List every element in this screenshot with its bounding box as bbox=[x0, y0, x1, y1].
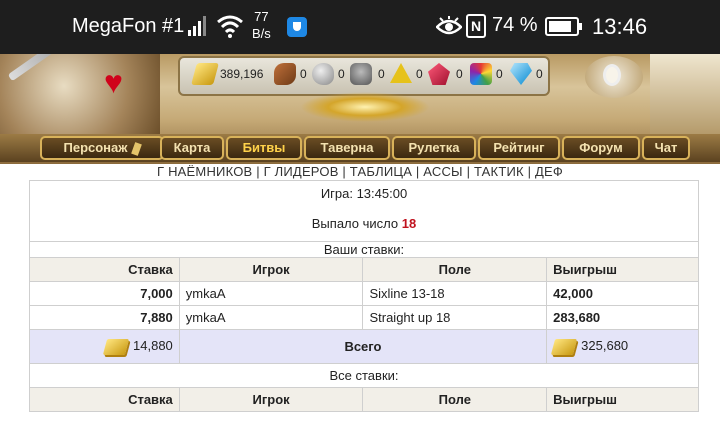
status-bar: MegaFon #1 77 B/s N 74 % 13:46 bbox=[0, 0, 720, 54]
bet-cell: 7,000 bbox=[29, 281, 180, 306]
total-label: Всего bbox=[178, 329, 548, 364]
resource-sulfur: 0 bbox=[416, 67, 423, 81]
resource-wood: 0 bbox=[300, 67, 307, 81]
eye-icon bbox=[436, 16, 462, 35]
result-label: Выпало число bbox=[311, 216, 399, 231]
nfc-icon: N bbox=[466, 14, 486, 38]
quill-icon bbox=[131, 141, 143, 156]
col-player-header: Игрок bbox=[178, 257, 364, 282]
win-cell: 42,000 bbox=[546, 281, 699, 306]
result-number: 18 bbox=[401, 216, 417, 231]
sword-icon bbox=[7, 54, 87, 82]
gold-icon bbox=[551, 338, 578, 355]
nav-map[interactable]: Карта bbox=[160, 136, 224, 160]
link-leaders[interactable]: Г ЛИДЕРОВ bbox=[264, 164, 339, 179]
col-field-header: Поле bbox=[362, 387, 548, 412]
nav-rating[interactable]: Рейтинг bbox=[478, 136, 560, 160]
your-bets-header-row: Ставка Игрок Поле Выигрыш bbox=[29, 257, 699, 282]
col-bet-header: Ставка bbox=[29, 387, 180, 412]
nav-chat[interactable]: Чат bbox=[642, 136, 690, 160]
stone-icon bbox=[312, 63, 334, 85]
clock: 13:46 bbox=[592, 14, 648, 39]
ring-icon bbox=[603, 64, 621, 86]
col-win-header: Выигрыш bbox=[546, 257, 699, 282]
resource-iron: 0 bbox=[378, 67, 385, 81]
game-time: Игра: 13:45:00 bbox=[320, 186, 408, 201]
field-cell: Straight up 18 bbox=[362, 305, 548, 330]
col-bet-header: Ставка bbox=[29, 257, 180, 282]
total-bet-cell: 14,880 bbox=[29, 329, 180, 364]
table-row: 7,000 ymkaA Sixline 13-18 42,000 bbox=[29, 281, 699, 306]
shield-app-icon bbox=[287, 17, 307, 37]
wood-icon bbox=[274, 63, 296, 85]
resource-diamond: 0 bbox=[536, 67, 543, 81]
roulette-results-table: Игра: 13:45:00 Выпало число 18 Ваши став… bbox=[29, 180, 699, 412]
player-cell[interactable]: ymkaA bbox=[178, 281, 364, 306]
nav-forum[interactable]: Форум bbox=[562, 136, 640, 160]
table-row: 7,880 ymkaA Straight up 18 283,680 bbox=[29, 305, 699, 330]
nav-battles[interactable]: Битвы bbox=[226, 136, 302, 160]
network-speed: 77 B/s bbox=[252, 9, 271, 41]
diamond-icon bbox=[510, 63, 532, 85]
header-right-decoration bbox=[650, 54, 720, 134]
link-table[interactable]: ТАБЛИЦА bbox=[350, 164, 412, 179]
health-button[interactable]: ♥ bbox=[92, 58, 148, 108]
resource-gems: 0 bbox=[496, 67, 503, 81]
resources-bar: 389,196 0 0 0 0 0 0 0 bbox=[178, 56, 550, 96]
crystal-icon bbox=[428, 63, 450, 85]
resource-crystal: 0 bbox=[456, 67, 463, 81]
your-bets-title: Ваши ставки: bbox=[29, 241, 699, 258]
header-ornament bbox=[300, 92, 430, 122]
link-tactic[interactable]: ТАКТИК bbox=[474, 164, 524, 179]
gold-icon bbox=[102, 338, 130, 355]
player-cell[interactable]: ymkaA bbox=[178, 305, 364, 330]
game-info-row: Игра: 13:45:00 Выпало число 18 bbox=[29, 180, 699, 242]
carrier-name: MegaFon #1 bbox=[72, 15, 185, 37]
main-nav: Персонаж Карта Битвы Таверна Рулетка Рей… bbox=[0, 134, 720, 162]
resource-gold: 389,196 bbox=[220, 67, 264, 81]
resource-stone: 0 bbox=[338, 67, 345, 81]
iron-icon bbox=[350, 63, 372, 85]
link-def[interactable]: ДЕФ bbox=[535, 164, 563, 179]
all-bets-title: Все ставки: bbox=[29, 363, 699, 388]
field-cell: Sixline 13-18 bbox=[362, 281, 548, 306]
col-win-header: Выигрыш bbox=[546, 387, 699, 412]
your-bets-title-row: Ваши ставки: bbox=[29, 241, 699, 258]
nav-tavern[interactable]: Таверна bbox=[304, 136, 390, 160]
link-aces[interactable]: АССЫ bbox=[423, 164, 462, 179]
total-win-cell: 325,680 bbox=[546, 329, 699, 364]
gold-icon bbox=[191, 63, 219, 85]
battery-icon bbox=[545, 17, 582, 36]
win-cell: 283,680 bbox=[546, 305, 699, 330]
ring-button[interactable] bbox=[585, 56, 643, 98]
link-mercenaries[interactable]: Г НАЁМНИКОВ bbox=[157, 164, 252, 179]
result-line: Выпало число 18 bbox=[36, 216, 692, 232]
battery-percent: 74 % bbox=[492, 14, 538, 36]
all-bets-header-row: Ставка Игрок Поле Выигрыш bbox=[29, 387, 699, 412]
gems-icon bbox=[470, 63, 492, 85]
heart-icon: ♥ bbox=[104, 64, 123, 100]
sub-links: Г НАЁМНИКОВ | Г ЛИДЕРОВ | ТАБЛИЦА | АССЫ… bbox=[157, 164, 563, 179]
all-bets-title-row: Все ставки: bbox=[29, 363, 699, 388]
col-player-header: Игрок bbox=[178, 387, 364, 412]
total-row: 14,880 Всего 325,680 bbox=[29, 329, 699, 364]
signal-icon bbox=[188, 16, 206, 36]
wifi-icon bbox=[217, 15, 243, 38]
col-field-header: Поле bbox=[362, 257, 548, 282]
nav-roulette[interactable]: Рулетка bbox=[392, 136, 476, 160]
nav-character[interactable]: Персонаж bbox=[40, 136, 164, 160]
sulfur-icon bbox=[390, 63, 412, 83]
bet-cell: 7,880 bbox=[29, 305, 180, 330]
